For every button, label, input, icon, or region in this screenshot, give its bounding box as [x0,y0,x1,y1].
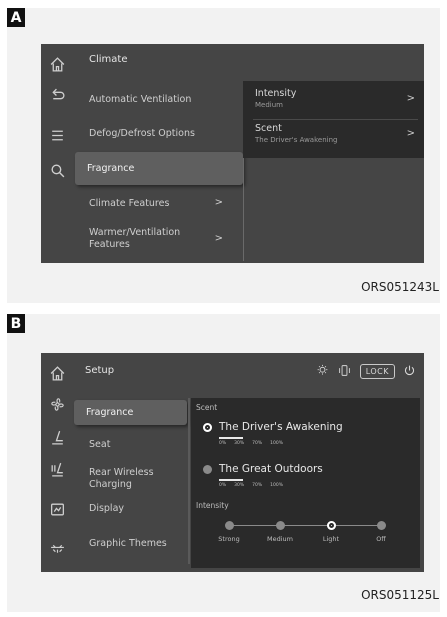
seat-heat-icon[interactable] [49,461,66,478]
phone-vibrate-icon[interactable] [337,364,352,379]
intensity-medium-label: Medium [267,535,293,543]
menu-item-label: Defog/Defrost Options [89,128,195,139]
intensity-light-label: Light [322,535,340,543]
menu-item-rear-wireless-charging[interactable]: Rear Wireless Charging [77,467,177,491]
menu-item-fragrance[interactable]: Fragrance [75,152,243,185]
menu-item-display[interactable]: Display [77,503,187,515]
side-rail [41,44,74,263]
scent-option-great-outdoors[interactable]: The Great Outdoors [203,463,323,475]
scent-name: The Great Outdoors [219,463,323,475]
intensity-strong-label: Strong [218,535,240,543]
status-bar: LOCK [316,364,416,379]
panel-b-badge: B [7,314,25,333]
level-label: 30% [234,483,245,488]
scent-option-drivers-awakening[interactable]: The Driver's Awakening [203,421,343,433]
back-icon[interactable] [49,87,66,104]
level-label: 100% [270,441,284,446]
submenu-item-value: Medium [255,101,283,109]
search-icon[interactable] [49,162,66,179]
intensity-off-dot[interactable] [377,521,386,530]
menu-item-seat[interactable]: Seat [77,439,187,451]
menu-item-defog-defrost[interactable]: Defog/Defrost Options [77,119,241,148]
chevron-right-icon: > [406,128,415,139]
menu-item-graphic-themes[interactable]: Graphic Themes [77,538,187,550]
brightness-icon[interactable] [316,364,329,379]
level-label: 70% [252,483,263,488]
submenu-item-label: Intensity [255,88,297,99]
fan-icon[interactable] [49,396,66,413]
fragrance-submenu: Intensity Medium > Scent The Driver's Aw… [243,81,424,158]
chevron-right-icon: > [214,197,223,208]
level-label: 30% [234,441,245,446]
intensity-light-dot[interactable] [327,521,336,530]
divider [253,119,418,120]
scrollbar[interactable] [188,398,190,564]
chevron-right-icon: > [406,93,415,104]
menu-item-label: Seat [89,439,111,450]
menu-item-label: Graphic Themes [89,538,167,549]
menu-item-fragrance[interactable]: Fragrance [74,400,187,425]
menu-item-label: Display [89,503,125,514]
fragrance-detail-panel: Scent The Driver's Awakening 0% 30% 70% … [191,398,420,568]
menu-item-warmer-ventilation[interactable]: Warmer/Ventilation Features > [77,220,241,258]
submenu-item-label: Scent [255,123,282,134]
scent-section-label: Scent [196,403,218,412]
level-label: 70% [252,441,263,446]
intensity-strong-dot[interactable] [225,521,234,530]
menu-item-label: Fragrance [87,163,135,174]
menu-item-label: Fragrance [86,406,134,418]
radio-unselected-icon[interactable] [203,464,212,474]
side-rail [41,353,74,572]
panel-a-badge: A [7,8,25,27]
level-label: 0% [219,441,227,446]
home-icon[interactable] [49,365,66,382]
submenu-item-value: The Driver's Awakening [255,136,338,144]
level-label: 100% [270,483,284,488]
menu-item-label: Climate Features [89,198,170,209]
scent-name: The Driver's Awakening [219,421,343,433]
divider [243,149,244,261]
menu-item-climate-features[interactable]: Climate Features > [77,189,241,218]
theme-icon[interactable] [49,540,66,557]
figure-caption-a: ORS051243L [361,280,439,294]
menu-item-label: Automatic Ventilation [89,94,192,105]
menu-item-automatic-ventilation[interactable]: Automatic Ventilation [77,85,241,114]
menu-item-label: Warmer/Ventilation Features [89,227,181,250]
chevron-right-icon: > [214,233,223,244]
lock-button[interactable]: LOCK [359,364,395,379]
page-title: Setup [85,365,115,376]
climate-screen: Climate Automatic Ventilation Defog/Defr… [41,44,424,263]
intensity-track [229,525,381,526]
level-label: 0% [219,483,227,488]
scent-level-scale: 0% 30% 70% 100% [219,441,283,446]
submenu-item-intensity[interactable]: Intensity Medium > [255,88,415,109]
figure-caption-b: ORS051125L [361,588,439,602]
display-icon[interactable] [49,501,66,518]
setup-screen: Setup LOCK Fragrance Seat Rear Wireless … [41,353,424,572]
home-icon[interactable] [49,56,66,73]
scent-level-bar [219,437,243,439]
menu-icon[interactable] [49,127,66,144]
scent-level-scale: 0% 30% 70% 100% [219,483,283,488]
intensity-section-label: Intensity [196,501,229,510]
intensity-off-label: Off [376,535,386,543]
menu-item-label: Rear Wireless Charging [89,467,154,490]
power-icon[interactable] [403,364,416,379]
submenu-item-scent[interactable]: Scent The Driver's Awakening > [255,123,415,144]
intensity-medium-dot[interactable] [276,521,285,530]
radio-selected-icon[interactable] [203,422,212,432]
seat-icon[interactable] [49,429,66,446]
page-title: Climate [89,54,128,65]
scent-level-bar [219,479,243,481]
